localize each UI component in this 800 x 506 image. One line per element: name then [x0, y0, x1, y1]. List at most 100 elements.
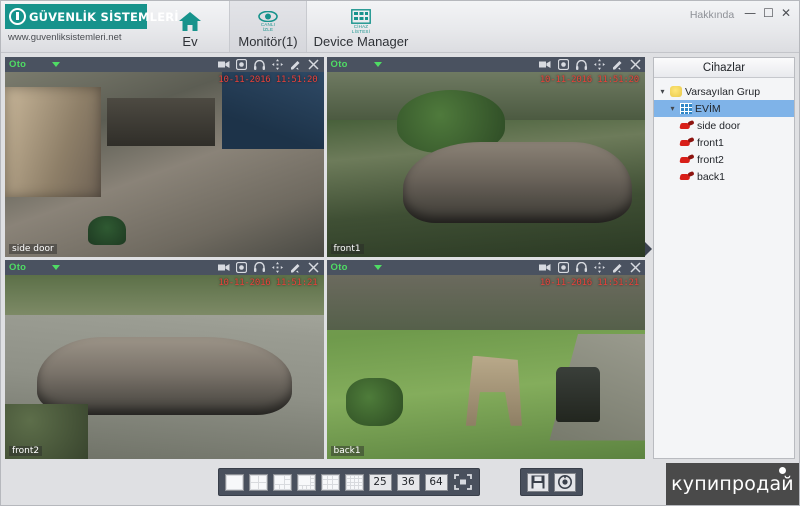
chevron-down-icon[interactable] [52, 62, 61, 67]
edit-icon[interactable] [290, 59, 302, 71]
scene-shape [402, 142, 633, 224]
snapshot-icon[interactable] [236, 59, 248, 71]
playback-icon[interactable] [553, 472, 576, 492]
tree-item-front2[interactable]: front2 [654, 151, 794, 168]
video-record-icon[interactable] [217, 261, 230, 273]
video-feed[interactable]: 10-11-2016 11:51:20 front1 [326, 72, 645, 257]
tree-item-label: back1 [697, 170, 726, 183]
brand-url: www.guvenliksistemleri.net [8, 32, 122, 43]
scene-shape [465, 355, 522, 426]
timestamp-overlay: 10-11-2016 11:51:21 [218, 277, 318, 288]
layout-8-button[interactable] [296, 473, 316, 491]
snapshot-icon[interactable] [557, 59, 569, 71]
layout-4-button[interactable] [248, 473, 268, 491]
camera-name-overlay: front2 [9, 446, 43, 456]
camera-icon [680, 121, 694, 131]
tab-device-manager-label: Device Manager [313, 34, 409, 49]
stream-mode-label[interactable]: Oto [9, 262, 26, 273]
live-view-caption-2: İZLE [262, 26, 274, 32]
video-image [5, 72, 324, 257]
ptz-move-icon[interactable] [593, 59, 605, 71]
chevron-down-icon[interactable]: ▾ [658, 87, 667, 96]
chevron-down-icon[interactable]: ▾ [668, 104, 677, 113]
tree-item-evim[interactable]: ▾ EVİM [654, 100, 794, 117]
stream-mode-label[interactable]: Oto [331, 262, 348, 273]
video-cell-toolbar: Oto [5, 259, 324, 275]
edit-icon[interactable] [611, 261, 623, 273]
fullscreen-icon[interactable] [453, 473, 473, 491]
about-link[interactable]: Hakkında [690, 7, 734, 21]
video-image [5, 274, 324, 459]
video-feed[interactable]: 10-11-2016 11:51:21 front2 [5, 274, 324, 459]
stream-mode-label[interactable]: Oto [331, 59, 348, 70]
video-feed[interactable]: 10-11-2016 11:51:20 side door [5, 72, 324, 257]
device-list-grid-icon: CİHAZ LİSTESİ [351, 8, 371, 34]
close-icon[interactable] [629, 261, 641, 273]
ptz-move-icon[interactable] [272, 261, 284, 273]
close-icon[interactable] [629, 59, 641, 71]
close-button[interactable]: ✕ [781, 7, 791, 19]
layout-64-button[interactable]: 64 [424, 473, 448, 491]
scene-shape [106, 97, 216, 146]
layout-25-button[interactable]: 25 [368, 473, 392, 491]
ptz-move-icon[interactable] [272, 59, 284, 71]
chevron-down-icon[interactable] [52, 264, 61, 270]
audio-icon[interactable] [254, 59, 266, 71]
app-header: GÜVENLİK SİSTEMLERİ www.guvenliksistemle… [1, 1, 799, 53]
tab-device-manager[interactable]: CİHAZ LİSTESİ Device Manager [307, 1, 415, 52]
close-icon[interactable] [308, 261, 320, 273]
layout-16-button[interactable] [344, 473, 364, 491]
camera-name-overlay: side door [9, 243, 57, 254]
ptz-move-icon[interactable] [593, 261, 605, 273]
timestamp-overlay: 10-11-2016 11:51:21 [539, 277, 639, 288]
tree-item-front1[interactable]: front1 [654, 134, 794, 151]
video-cell-tools [217, 59, 320, 71]
video-image [326, 274, 645, 459]
camera-icon [680, 155, 694, 165]
edit-icon[interactable] [611, 59, 623, 71]
video-cell[interactable]: Oto [5, 57, 324, 257]
collapse-sidebar-handle[interactable] [645, 241, 652, 256]
video-grid: Oto 10-11-2016 11:51:20 side door Oto 10… [5, 57, 645, 459]
watermark-dot-icon [779, 467, 786, 474]
stream-mode-label[interactable]: Oto [9, 59, 26, 70]
maximize-button[interactable]: ☐ [763, 7, 774, 19]
video-record-icon[interactable] [539, 59, 551, 71]
workspace: Oto 10-11-2016 11:51:20 side door Oto 10… [1, 53, 799, 459]
camera-icon [680, 172, 694, 182]
video-cell[interactable]: Oto [326, 259, 645, 459]
edit-icon[interactable] [290, 261, 302, 273]
tree-item-back1[interactable]: back1 [654, 168, 794, 185]
tree-item-default-group[interactable]: ▾ Varsayılan Grup [654, 83, 794, 100]
scene-shape [87, 215, 127, 246]
layout-1-button[interactable] [224, 473, 244, 491]
main-tabs: Ev CANLI İZLE Monitör(1) CİHAZ LİSTESİ D… [151, 1, 415, 52]
layout-6-button[interactable] [272, 473, 292, 491]
audio-icon[interactable] [575, 59, 587, 71]
video-record-icon[interactable] [539, 261, 551, 273]
close-icon[interactable] [308, 59, 320, 71]
save-icon[interactable] [526, 472, 549, 492]
video-cell[interactable]: Oto [326, 57, 645, 257]
bottom-toolbar: 25 36 64 купипродай [1, 459, 799, 505]
device-sidebar: Cihazlar ▾ Varsayılan Grup ▾ EVİM side d… [653, 57, 795, 459]
tab-ev[interactable]: Ev [151, 1, 229, 52]
audio-icon[interactable] [575, 261, 587, 273]
brand-logo-icon [9, 8, 26, 25]
chevron-down-icon[interactable] [373, 62, 382, 67]
minimize-button[interactable]: — [744, 7, 756, 19]
video-record-icon[interactable] [217, 59, 230, 71]
tab-monitor[interactable]: CANLI İZLE Monitör(1) [229, 1, 307, 52]
layout-36-button[interactable]: 36 [396, 473, 420, 491]
snapshot-icon[interactable] [236, 261, 248, 273]
tree-item-side-door[interactable]: side door [654, 117, 794, 134]
video-cell[interactable]: Oto [5, 259, 324, 459]
chevron-down-icon[interactable] [373, 264, 382, 270]
video-feed[interactable]: 10-11-2016 11:51:21 back1 [326, 274, 645, 459]
live-view-eye-icon: CANLI İZLE [258, 8, 278, 34]
layout-9-button[interactable] [320, 473, 340, 491]
application-window: GÜVENLİK SİSTEMLERİ www.guvenliksistemle… [0, 0, 800, 506]
video-area: Oto 10-11-2016 11:51:20 side door Oto 10… [5, 57, 645, 459]
audio-icon[interactable] [254, 261, 266, 273]
snapshot-icon[interactable] [557, 261, 569, 273]
